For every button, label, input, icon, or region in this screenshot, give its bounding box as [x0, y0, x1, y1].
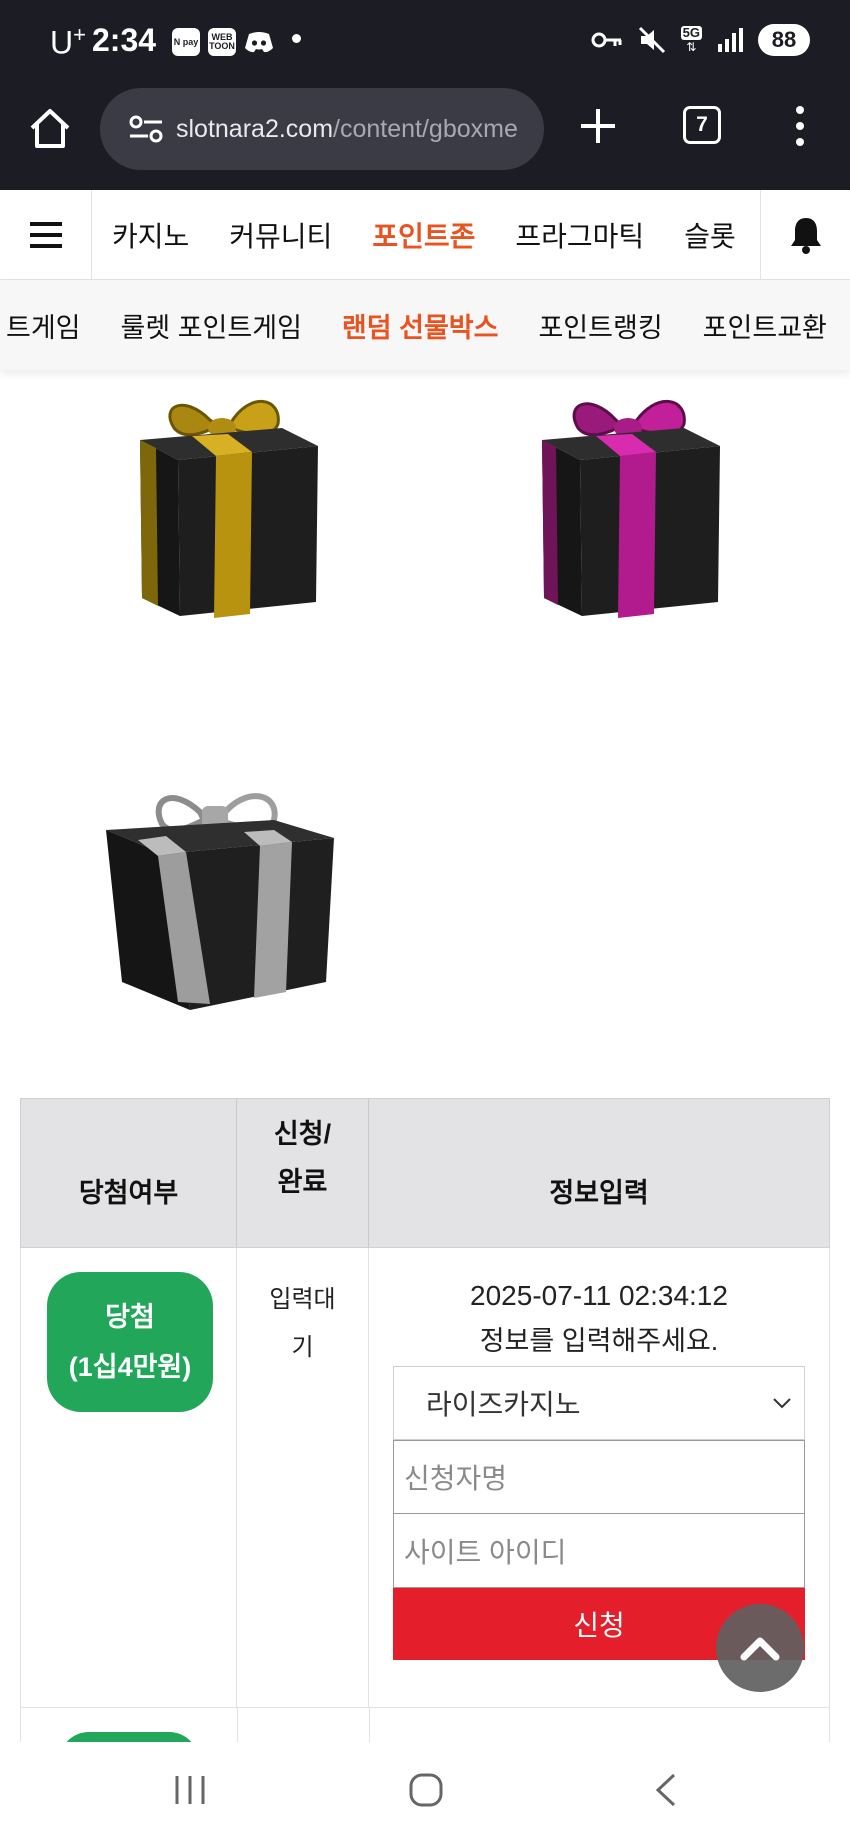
magenta-gift-box[interactable]: [534, 388, 724, 624]
subnav-item-random-giftbox[interactable]: 랜덤 선물박스: [322, 306, 519, 345]
status-text: 입력대 기: [237, 1248, 369, 1707]
browser-toolbar: slotnara2.com/content/gboxme 7: [0, 86, 850, 190]
discord-icon: [245, 32, 273, 53]
chevron-down-icon: [773, 1398, 791, 1409]
carrier-label: U+: [50, 22, 86, 61]
npay-notification-icon: N pay: [172, 28, 200, 56]
key-icon: [591, 32, 622, 48]
header-status: 신청/완료: [237, 1099, 369, 1247]
home-nav-icon[interactable]: [408, 1772, 444, 1808]
info-message: 정보를 입력해주세요.: [479, 1326, 719, 1356]
nav-item-community[interactable]: 커뮤니티: [209, 215, 352, 255]
webtoon-notification-icon: WEB TOON: [208, 28, 236, 56]
subnav-item-roulette[interactable]: 룰렛 포인트게임: [101, 306, 322, 345]
status-bar: U+ 2:34 N pay WEB TOON 5G ⇅ 88: [0, 0, 850, 86]
tab-switcher-button[interactable]: 7: [683, 106, 721, 144]
hamburger-menu-icon[interactable]: [0, 190, 92, 280]
chevron-up-icon: [740, 1637, 780, 1661]
primary-nav: 카지노 커뮤니티 포인트존 프라그마틱 슬롯: [0, 190, 850, 280]
clock: 2:34: [92, 22, 157, 58]
more-notifications-dot: [292, 34, 301, 43]
gold-gift-box[interactable]: [132, 388, 322, 624]
win-badge: 당첨 (1십4만원): [47, 1272, 213, 1412]
nav-item-casino[interactable]: 카지노: [92, 215, 209, 255]
nav-item-point-zone[interactable]: 포인트존: [352, 215, 495, 255]
casino-select[interactable]: 라이즈카지노: [393, 1366, 805, 1440]
scroll-to-top-button[interactable]: [716, 1604, 804, 1692]
new-tab-icon[interactable]: [578, 106, 618, 146]
nav-item-pragmatic[interactable]: 프라그마틱: [495, 215, 664, 255]
url-text: slotnara2.com/content/gboxme: [176, 114, 518, 143]
site-settings-icon[interactable]: [128, 114, 164, 144]
signal-icon: [718, 28, 743, 52]
subnav-item-game[interactable]: 트게임: [0, 306, 101, 345]
secondary-nav: 트게임 룰렛 포인트게임 랜덤 선물박스 포인트랭킹 포인트교환: [0, 280, 850, 370]
nav-item-slot[interactable]: 슬롯: [664, 215, 756, 255]
header-info: 정보입력: [549, 1178, 649, 1208]
applicant-name-input[interactable]: 신청자명: [393, 1440, 805, 1514]
more-menu-icon[interactable]: [790, 104, 810, 148]
home-icon[interactable]: [28, 106, 72, 150]
recent-apps-icon[interactable]: [172, 1772, 208, 1808]
giftbox-result-table: 당첨여부 신청/완료 정보입력 당첨 (1십4만원) 입력대 기 2025-07…: [20, 1098, 830, 1708]
table-row: 당첨 (1십4만원) 입력대 기 2025-07-11 02:34:12 정보를…: [20, 1248, 830, 1708]
network-indicator: 5G ⇅: [680, 25, 702, 54]
site-id-input[interactable]: 사이트 아이디: [393, 1514, 805, 1588]
table-header: 당첨여부 신청/완료 정보입력: [20, 1098, 830, 1248]
back-icon[interactable]: [652, 1772, 680, 1808]
bell-icon[interactable]: [760, 190, 850, 280]
mute-icon: [638, 26, 665, 54]
subnav-item-ranking[interactable]: 포인트랭킹: [518, 306, 682, 345]
battery-indicator: 88: [758, 24, 810, 56]
subnav-item-exchange[interactable]: 포인트교환: [683, 306, 847, 345]
silver-gift-box[interactable]: [104, 782, 340, 1018]
system-nav-bar: [0, 1742, 850, 1842]
header-result: 당첨여부: [21, 1099, 237, 1247]
address-bar[interactable]: slotnara2.com/content/gboxme: [100, 88, 544, 170]
win-datetime: 2025-07-11 02:34:12: [470, 1280, 728, 1311]
